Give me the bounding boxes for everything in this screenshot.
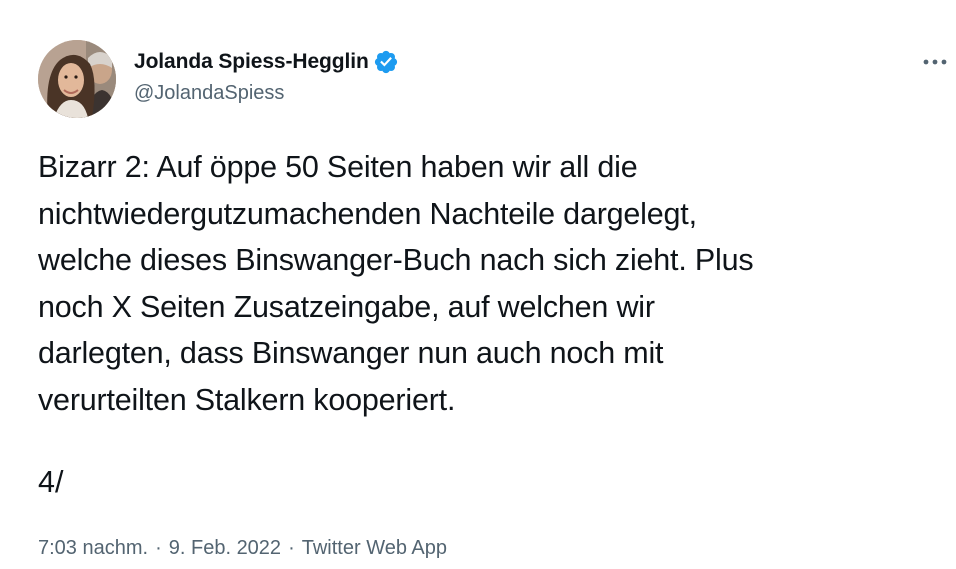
meta-separator: · [288,537,295,559]
tweet-source[interactable]: Twitter Web App [302,534,447,562]
author-name-row: Jolanda Spiess-Hegglin [134,47,399,77]
tweet-card: Jolanda Spiess-Hegglin @JolandaSpiess Bi… [0,0,956,569]
tweet-text: Bizarr 2: Auf öppe 50 Seiten haben wir a… [38,150,754,417]
author-handle[interactable]: @JolandaSpiess [134,79,399,107]
verified-badge-icon [373,49,399,75]
more-options-button[interactable] [918,50,952,74]
more-options-icon [923,59,947,65]
avatar[interactable] [38,40,116,118]
meta-separator: · [155,537,162,559]
thread-marker: 4/ [38,465,64,499]
author-info: Jolanda Spiess-Hegglin @JolandaSpiess [134,47,399,107]
tweet-time[interactable]: 7:03 nachm. [38,534,148,562]
author-display-name[interactable]: Jolanda Spiess-Hegglin [134,50,369,74]
tweet-date[interactable]: 9. Feb. 2022 [169,534,281,562]
tweet-meta: 7:03 nachm. · 9. Feb. 2022 · Twitter Web… [38,534,447,562]
avatar-image [38,40,116,118]
